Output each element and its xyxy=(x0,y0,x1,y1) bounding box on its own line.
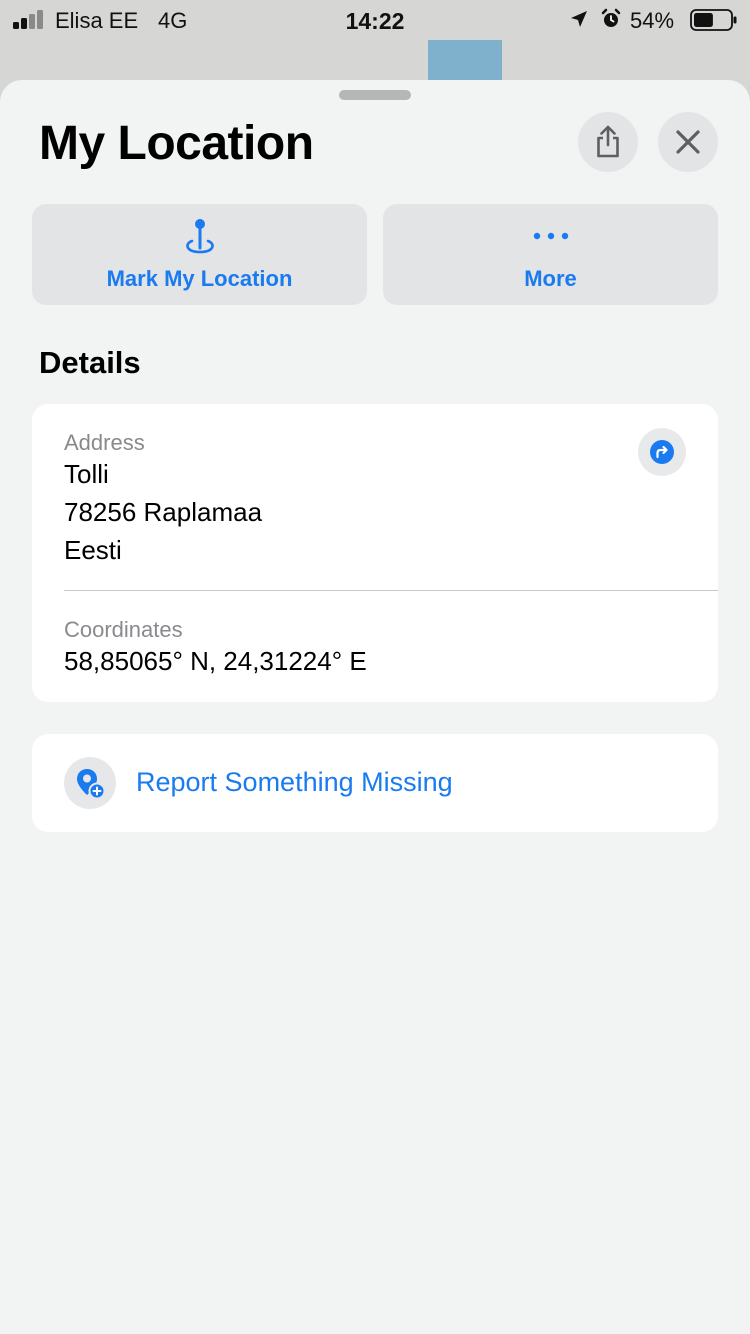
report-icon-container xyxy=(64,757,116,809)
add-place-icon xyxy=(77,769,106,800)
address-line-postal[interactable]: 78256 Raplamaa xyxy=(64,493,262,531)
share-button[interactable] xyxy=(578,112,638,172)
directions-icon xyxy=(650,440,674,464)
details-heading: Details xyxy=(39,345,141,380)
coordinates-value[interactable]: 58,85065° N, 24,31224° E xyxy=(64,642,367,680)
directions-button[interactable] xyxy=(638,428,686,476)
more-label: More xyxy=(524,266,577,291)
more-button[interactable]: More xyxy=(383,204,718,305)
ellipsis-icon xyxy=(533,232,568,240)
battery-percentage: 54% xyxy=(630,8,675,33)
alarm-icon xyxy=(601,8,621,27)
mark-my-location-button[interactable]: Mark My Location xyxy=(32,204,367,305)
report-something-missing-label: Report Something Missing xyxy=(136,767,453,797)
pin-icon xyxy=(185,219,214,254)
coordinates-label: Coordinates xyxy=(64,617,183,642)
location-arrow-icon xyxy=(571,11,587,27)
close-icon xyxy=(676,130,700,154)
close-button[interactable] xyxy=(658,112,718,172)
report-something-missing-button[interactable]: Report Something Missing xyxy=(32,734,718,832)
location-sheet: My Location Mark My Location More Detail… xyxy=(0,80,750,1334)
sheet-grabber[interactable] xyxy=(339,90,411,100)
share-icon xyxy=(597,125,619,158)
battery-icon xyxy=(690,9,737,31)
details-divider xyxy=(64,590,718,591)
details-card: Address Tolli 78256 Raplamaa Eesti Coord… xyxy=(32,404,718,702)
mark-my-location-label: Mark My Location xyxy=(106,266,293,291)
address-line-country[interactable]: Eesti xyxy=(64,531,122,569)
address-label: Address xyxy=(64,430,145,455)
page-title: My Location xyxy=(39,117,314,170)
status-bar: Elisa EE 4G 14:22 54% xyxy=(0,0,750,40)
address-line-street[interactable]: Tolli xyxy=(64,455,109,493)
